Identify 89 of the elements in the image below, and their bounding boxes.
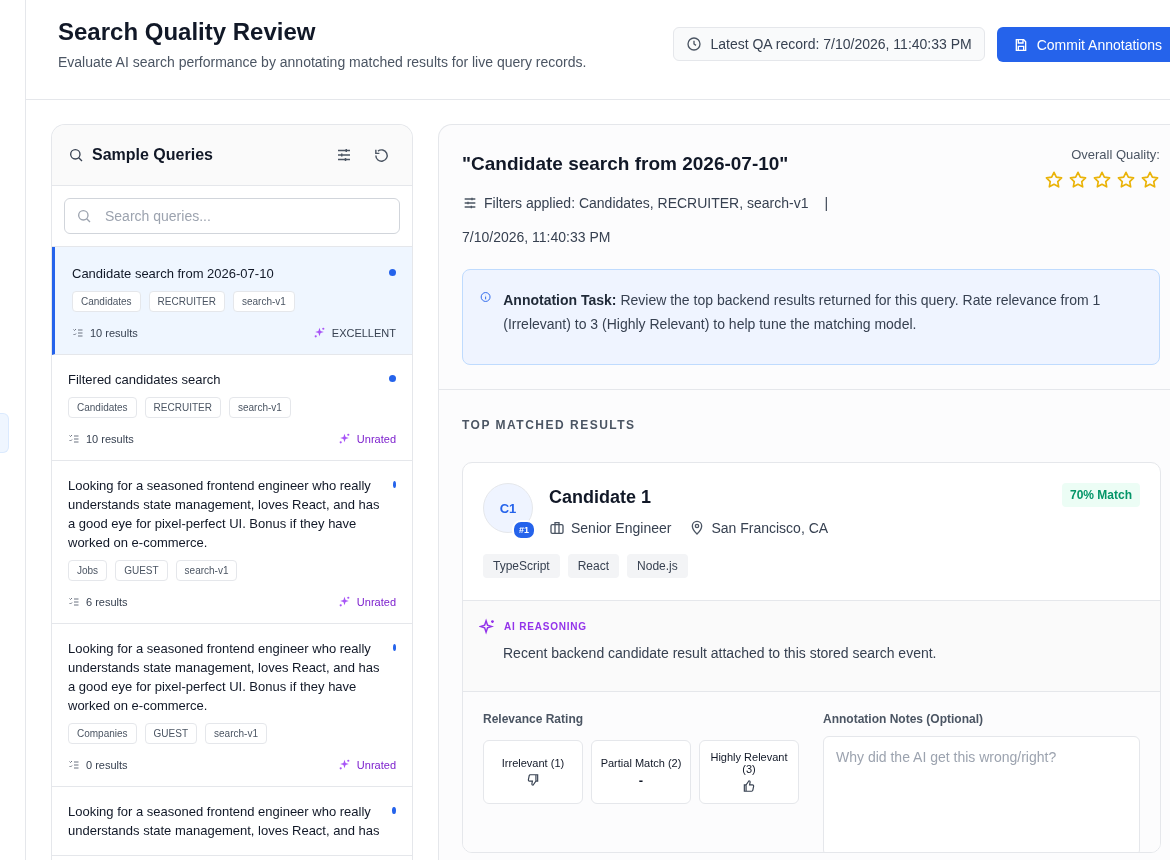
checklist-icon: [68, 595, 80, 608]
location-text: San Francisco, CA: [711, 520, 829, 536]
star-icon[interactable]: [1116, 170, 1136, 190]
reasoning-text: Recent backend candidate result attached to this stored search event.: [503, 645, 938, 661]
star-icon[interactable]: [1068, 170, 1088, 190]
query-item[interactable]: Filtered candidates search Candidates RECRUITER search-v1 10 results Unrated: [52, 355, 412, 461]
rating-label: EXCELLENT: [331, 326, 396, 339]
skill-tag: Node.js: [627, 554, 688, 578]
avatar-initials: C1: [499, 500, 517, 516]
filter-icon: [462, 195, 478, 211]
search-icon: [76, 208, 92, 224]
tag: RECRUITER: [144, 397, 221, 418]
rank-badge: #1: [512, 520, 536, 540]
page-title: Search Quality Review: [58, 18, 317, 46]
tag: Companies: [68, 723, 137, 744]
status-dot: [393, 644, 396, 651]
separator: |: [824, 195, 829, 211]
checklist-icon: [72, 326, 84, 339]
tag: Jobs: [68, 560, 108, 581]
status-dot: [392, 807, 396, 814]
thumbs-down-icon: [526, 773, 540, 787]
status-dot: [389, 375, 396, 382]
results-count: 10 results: [90, 326, 138, 339]
sparkle-icon: [337, 595, 351, 608]
briefcase-icon: [549, 520, 565, 536]
status-dot: [389, 269, 396, 276]
rating-button[interactable]: Highly Relevant (3): [699, 740, 799, 804]
tag: Candidates: [68, 397, 137, 418]
notes-heading: Annotation Notes (Optional): [823, 712, 984, 726]
sparkle-icon: [337, 432, 351, 445]
commit-button[interactable]: Commit Annotations: [996, 27, 1170, 62]
rating-label: Unrated: [356, 758, 396, 771]
tag: GUEST: [115, 560, 168, 581]
search-icon: [68, 147, 84, 163]
quality-label: Overall Quality:: [1071, 147, 1160, 162]
query-item[interactable]: Candidate search from 2026-07-10 Candidates RECRUITER search-v1 10 results EXCELLENT: [52, 247, 412, 355]
rating-heading: Relevance Rating: [483, 712, 585, 726]
tag: GUEST: [144, 723, 198, 744]
filters-text: Filters applied: Candidates, RECRUITER, search-v1: [484, 195, 809, 211]
results-count: 10 results: [86, 432, 134, 445]
search-field[interactable]: Search queries...: [64, 198, 400, 234]
notes-field[interactable]: Why did the AI get this wrong/right?: [823, 736, 1140, 852]
checklist-icon: [68, 758, 80, 771]
thumbs-up-icon: [742, 779, 756, 793]
match-badge: 70% Match: [1061, 483, 1140, 507]
skill-tag: React: [567, 554, 620, 578]
filter-icon[interactable]: [335, 146, 353, 164]
tag: search-v1: [232, 291, 295, 312]
results-count: 0 results: [86, 758, 128, 771]
dash-symbol: -: [638, 772, 644, 788]
refresh-icon[interactable]: [373, 146, 390, 164]
tag: Candidates: [72, 291, 141, 312]
panel-title: Sample Queries: [92, 146, 213, 164]
star-icon[interactable]: [1044, 170, 1064, 190]
results-count: 6 results: [86, 595, 128, 608]
page-subtitle: Evaluate AI search performance by annotating matched results for live query records.: [58, 54, 587, 70]
skill-tag: TypeScript: [483, 554, 560, 578]
rating-button[interactable]: Partial Match (2) -: [591, 740, 691, 804]
candidate-name: Candidate 1: [549, 487, 652, 508]
timestamp: 7/10/2026, 11:40:33 PM: [462, 229, 612, 245]
record-text: Latest QA record: 7/10/2026, 11:40:33 PM: [710, 36, 972, 52]
sidebar-item[interactable]: [0, 413, 9, 453]
status-dot: [393, 481, 396, 488]
query-text: Looking for a seasoned frontend engineer who really understands state management, loves React, and has: [68, 803, 381, 840]
tag: search-v1: [228, 397, 291, 418]
checklist-icon: [68, 432, 80, 445]
role-text: Senior Engineer: [571, 520, 672, 536]
rating-label: Unrated: [356, 595, 396, 608]
star-rating[interactable]: [1044, 170, 1160, 190]
query-title: "Candidate search from 2026-07-10": [462, 153, 790, 175]
clock-icon: [686, 36, 703, 52]
tag: search-v1: [175, 560, 238, 581]
tag: RECRUITER: [148, 291, 225, 312]
tag: search-v1: [205, 723, 267, 744]
sparkle-icon: [479, 618, 496, 635]
section-heading: TOP MATCHED RESULTS: [462, 418, 637, 432]
reasoning-label: AI REASONING: [504, 621, 587, 632]
star-icon[interactable]: [1140, 170, 1160, 190]
rating-button[interactable]: Irrelevant (1): [483, 740, 583, 804]
query-text: Candidate search from 2026-07-10: [72, 265, 275, 283]
rating-label: Unrated: [356, 432, 396, 445]
query-item[interactable]: Looking for a seasoned frontend engineer who really understands state management, loves React, and has: [52, 787, 412, 856]
query-text: Looking for a seasoned frontend engineer who really understands state management, loves React, and has a good eye for pixel-perfect UI. Bonus if they have worked on e-commerce.: [68, 640, 381, 715]
task-text: Annotation Task: Review the top backend results returned for this query. Rate relevance from 1 (Irrelevant) to 3 (Highly Relevant) to help tune the matching model.: [503, 291, 1102, 334]
star-icon[interactable]: [1092, 170, 1112, 190]
sparkle-icon: [312, 326, 326, 339]
sparkle-icon: [337, 758, 351, 771]
query-text: Filtered candidates search: [68, 371, 222, 389]
query-text: Looking for a seasoned frontend engineer who really understands state management, loves React, and has a good eye for pixel-perfect UI. Bonus if they have worked on e-commerce.: [68, 477, 381, 552]
